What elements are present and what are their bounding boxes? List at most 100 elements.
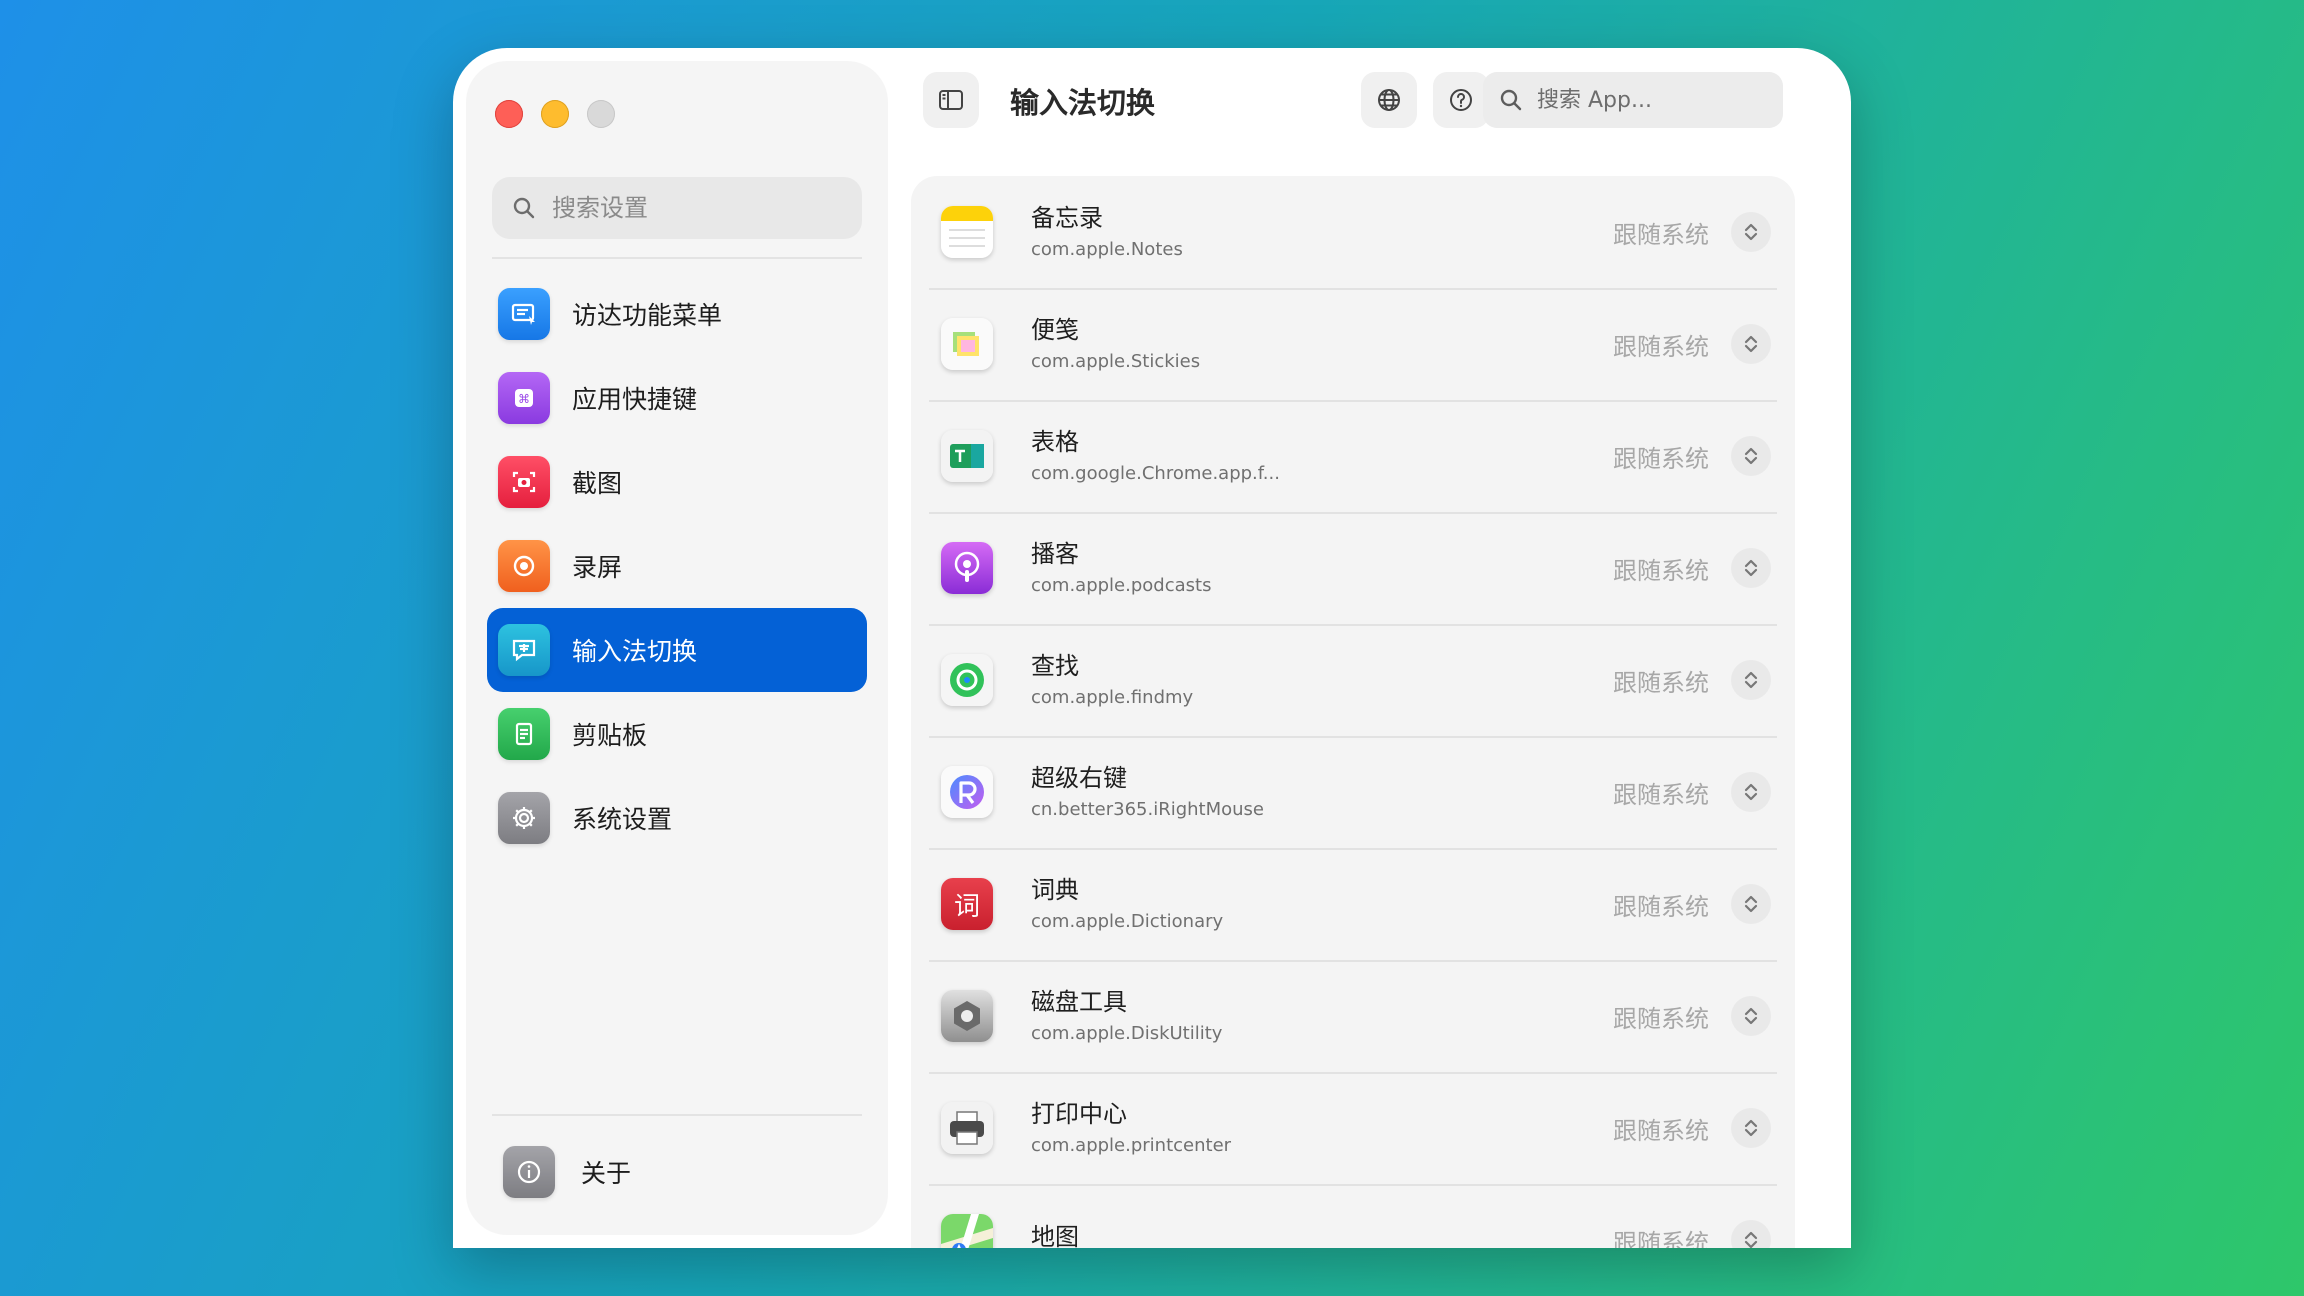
- app-row[interactable]: 磁盘工具 com.apple.DiskUtility 跟随系统: [929, 960, 1777, 1074]
- sidebar-item-label: 输入法切换: [572, 637, 698, 666]
- chevron-up-down-icon: [1744, 1119, 1758, 1137]
- app-row[interactable]: 表格 com.google.Chrome.app.f... 跟随系统: [929, 400, 1777, 514]
- close-window-button[interactable]: [495, 100, 523, 128]
- sidebar-item-input-method[interactable]: 输入法切换: [487, 608, 867, 692]
- chevron-up-down-icon: [1744, 783, 1758, 801]
- command-key-icon: ⌘: [498, 372, 550, 424]
- input-mode-stepper[interactable]: [1731, 1220, 1771, 1248]
- toggle-sidebar-button[interactable]: [923, 72, 979, 128]
- sidebar-search-input[interactable]: [550, 193, 854, 223]
- gear-icon: [498, 792, 550, 844]
- app-bundle-id: com.apple.printcenter: [1031, 1135, 1232, 1156]
- sidebar-item-label: 截图: [572, 469, 623, 498]
- app-bundle-id: com.apple.Stickies: [1031, 351, 1201, 372]
- app-row[interactable]: 查找 com.apple.findmy 跟随系统: [929, 624, 1777, 738]
- app-bundle-id: com.apple.DiskUtility: [1031, 1023, 1223, 1044]
- app-bundle-id: cn.better365.iRightMouse: [1031, 799, 1264, 820]
- chevron-up-down-icon: [1744, 671, 1758, 689]
- about-label: 关于: [581, 1159, 632, 1188]
- record-icon: [498, 540, 550, 592]
- sheets-icon: [941, 430, 993, 482]
- minimize-window-button[interactable]: [541, 100, 569, 128]
- irightmouse-icon: [941, 766, 993, 818]
- input-mode-stepper[interactable]: [1731, 772, 1771, 812]
- app-name: 备忘录: [1031, 204, 1103, 232]
- sidebar-item-label: 剪贴板: [572, 721, 648, 750]
- app-row[interactable]: 打印中心 com.apple.printcenter 跟随系统: [929, 1072, 1777, 1186]
- help-icon: [1450, 89, 1472, 111]
- sidebar-item-finder-menu[interactable]: 访达功能菜单: [487, 272, 867, 356]
- sidebar-item-screenshot[interactable]: 截图: [487, 440, 867, 524]
- sidebar-item-about[interactable]: 关于: [495, 1142, 631, 1202]
- podcasts-icon: [941, 542, 993, 594]
- app-row[interactable]: 备忘录 com.apple.Notes 跟随系统: [929, 176, 1777, 290]
- dictionary-icon: 词: [941, 878, 993, 930]
- app-bundle-id: com.apple.Notes: [1031, 239, 1183, 260]
- page-title: 输入法切换: [1010, 86, 1156, 120]
- input-mode-value[interactable]: 跟随系统: [1613, 551, 1709, 586]
- app-row[interactable]: 地图 跟随系统: [929, 1184, 1777, 1248]
- input-mode-stepper[interactable]: [1731, 436, 1771, 476]
- input-mode-stepper[interactable]: [1731, 212, 1771, 252]
- input-mode-stepper[interactable]: [1731, 996, 1771, 1036]
- language-button[interactable]: [1361, 72, 1417, 128]
- sidebar: 访达功能菜单 ⌘ 应用快捷键 截图 录屏: [467, 62, 887, 1234]
- chevron-up-down-icon: [1744, 223, 1758, 241]
- app-row[interactable]: 超级右键 cn.better365.iRightMouse 跟随系统: [929, 736, 1777, 850]
- sidebar-item-clipboard[interactable]: 剪贴板: [487, 692, 867, 776]
- input-mode-stepper[interactable]: [1731, 324, 1771, 364]
- app-list: 备忘录 com.apple.Notes 跟随系统 便笺 com.apple.St…: [911, 176, 1795, 1248]
- sidebar-nav: 访达功能菜单 ⌘ 应用快捷键 截图 录屏 输入法切换 剪贴板 系统设置: [487, 272, 867, 860]
- app-name: 地图: [1031, 1223, 1079, 1248]
- sidebar-item-label: 录屏: [572, 553, 623, 582]
- sidebar-item-app-shortcuts[interactable]: ⌘ 应用快捷键: [487, 356, 867, 440]
- input-mode-stepper[interactable]: [1731, 884, 1771, 924]
- app-row[interactable]: 便笺 com.apple.Stickies 跟随系统: [929, 288, 1777, 402]
- sidebar-divider-bottom: [492, 1114, 862, 1116]
- input-mode-value[interactable]: 跟随系统: [1613, 663, 1709, 698]
- sidebar-toggle-icon: [939, 90, 963, 110]
- chevron-up-down-icon: [1744, 1231, 1758, 1248]
- app-row[interactable]: 播客 com.apple.podcasts 跟随系统: [929, 512, 1777, 626]
- zoom-window-button[interactable]: [587, 100, 615, 128]
- globe-icon: [1378, 89, 1400, 111]
- app-name: 超级右键: [1031, 764, 1127, 792]
- input-mode-stepper[interactable]: [1731, 1108, 1771, 1148]
- sidebar-item-label: 应用快捷键: [572, 385, 698, 414]
- input-mode-value[interactable]: 跟随系统: [1613, 887, 1709, 922]
- app-name: 表格: [1031, 428, 1079, 456]
- chevron-up-down-icon: [1744, 895, 1758, 913]
- chevron-up-down-icon: [1744, 1007, 1758, 1025]
- search-icon: [513, 197, 535, 219]
- findmy-icon: [941, 654, 993, 706]
- app-window: 访达功能菜单 ⌘ 应用快捷键 截图 录屏: [453, 48, 1851, 1248]
- sidebar-item-screen-record[interactable]: 录屏: [487, 524, 867, 608]
- help-button[interactable]: [1433, 72, 1489, 128]
- sidebar-item-label: 系统设置: [572, 805, 673, 834]
- input-mode-value[interactable]: 跟随系统: [1613, 775, 1709, 810]
- sidebar-search[interactable]: [492, 177, 862, 239]
- input-mode-value[interactable]: 跟随系统: [1613, 1223, 1709, 1249]
- notes-icon: [941, 206, 993, 258]
- app-search-input[interactable]: [1535, 86, 1769, 114]
- input-mode-value[interactable]: 跟随系统: [1613, 1111, 1709, 1146]
- screenshot-icon: [498, 456, 550, 508]
- chevron-up-down-icon: [1744, 559, 1758, 577]
- app-row[interactable]: 词 词典 com.apple.Dictionary 跟随系统: [929, 848, 1777, 962]
- main-content: 输入法切换 备忘录 com.apple.Notes 跟随系统: [893, 48, 1851, 1248]
- input-mode-value[interactable]: 跟随系统: [1613, 327, 1709, 362]
- app-name: 磁盘工具: [1031, 988, 1127, 1016]
- input-mode-value[interactable]: 跟随系统: [1613, 999, 1709, 1034]
- app-bundle-id: com.google.Chrome.app.f...: [1031, 463, 1280, 484]
- app-name: 播客: [1031, 540, 1079, 568]
- input-mode-stepper[interactable]: [1731, 548, 1771, 588]
- app-name: 词典: [1031, 876, 1079, 904]
- app-search[interactable]: [1483, 72, 1783, 128]
- printer-icon: [941, 1102, 993, 1154]
- sidebar-item-label: 访达功能菜单: [572, 301, 723, 330]
- app-bundle-id: com.apple.podcasts: [1031, 575, 1212, 596]
- sidebar-item-system-settings[interactable]: 系统设置: [487, 776, 867, 860]
- input-mode-value[interactable]: 跟随系统: [1613, 215, 1709, 250]
- input-mode-stepper[interactable]: [1731, 660, 1771, 700]
- input-mode-value[interactable]: 跟随系统: [1613, 439, 1709, 474]
